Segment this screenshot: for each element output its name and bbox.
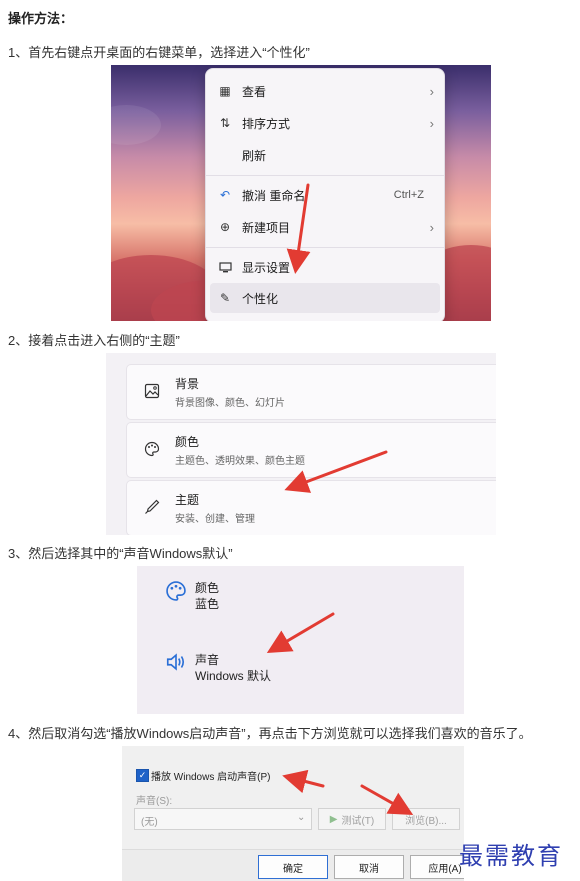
personalization-settings-screenshot: 背景 背景图像、颜色、幻灯片 颜色 主题色、透明效果、颜色主题 主题 安装、创建… bbox=[106, 353, 496, 535]
menu-item-personalize[interactable]: ✎ 个性化 bbox=[210, 283, 440, 313]
brush-icon bbox=[143, 499, 161, 517]
ok-button-label: 确定 bbox=[283, 863, 303, 875]
theme-item-title[interactable]: 声音 bbox=[195, 651, 219, 668]
test-button-label: 测试(T) bbox=[341, 815, 375, 827]
palette-icon bbox=[143, 441, 161, 459]
menu-separator bbox=[206, 175, 444, 176]
chevron-right-icon: › bbox=[429, 83, 434, 99]
apply-button[interactable]: 应用(A) bbox=[410, 855, 464, 879]
chevron-right-icon: › bbox=[429, 115, 434, 131]
menu-item-undo-rename[interactable]: ↶ 撤消 重命名 Ctrl+Z bbox=[206, 180, 444, 210]
menu-item-label: 个性化 bbox=[242, 291, 279, 306]
step-3-text: 3、然后选择其中的“声音Windows默认” bbox=[8, 546, 233, 561]
step-1-text: 1、首先右键点开桌面的右键菜单，选择进入“个性化” bbox=[8, 45, 310, 60]
step-4-text: 4、然后取消勾选“播放Windows启动声音”，再点击下方浏览就可以选择我们喜欢… bbox=[8, 726, 532, 741]
image-icon bbox=[143, 383, 161, 401]
card-subtitle: 主题色、透明效果、颜色主题 bbox=[175, 456, 305, 467]
display-icon bbox=[218, 260, 232, 274]
menu-item-label: 查看 bbox=[242, 84, 267, 99]
settings-card-background[interactable]: 背景 背景图像、颜色、幻灯片 bbox=[126, 364, 496, 420]
cancel-button[interactable]: 取消 bbox=[334, 855, 404, 879]
startup-sound-label: 播放 Windows 启动声音(P) bbox=[151, 772, 271, 783]
chevron-right-icon: › bbox=[429, 219, 434, 235]
desktop-context-menu-screenshot: ▦ 查看 › ⇅ 排序方式 › • 刷新 ↶ 撤消 重命名 Ctrl+Z ⊕ 新… bbox=[111, 65, 491, 321]
menu-item-display-settings[interactable]: 显示设置 bbox=[206, 252, 444, 282]
startup-sound-checkbox[interactable]: ✓ bbox=[136, 769, 149, 782]
settings-card-colors[interactable]: 颜色 主题色、透明效果、颜色主题 bbox=[126, 422, 496, 478]
pencil-icon: ✎ bbox=[219, 291, 231, 305]
menu-item-refresh[interactable]: • 刷新 bbox=[206, 140, 444, 170]
section-heading: 操作方法： bbox=[8, 11, 74, 26]
menu-item-new[interactable]: ⊕ 新建项目 › bbox=[206, 212, 444, 242]
speaker-icon[interactable] bbox=[165, 651, 187, 678]
theme-item-value: 蓝色 bbox=[195, 597, 220, 611]
apply-button-label: 应用(A) bbox=[428, 863, 462, 875]
sound-select[interactable]: (无) ⌄ bbox=[134, 808, 312, 830]
cancel-button-label: 取消 bbox=[359, 863, 379, 875]
card-subtitle: 安装、创建、管理 bbox=[175, 514, 255, 525]
menu-item-label: 新建项目 bbox=[242, 220, 291, 235]
palette-icon[interactable] bbox=[165, 580, 187, 607]
dialog-button-bar: 确定 取消 应用(A) bbox=[122, 849, 464, 881]
menu-item-label: 显示设置 bbox=[242, 260, 291, 275]
grid-icon: ▦ bbox=[219, 84, 231, 98]
sort-icon: ⇅ bbox=[219, 116, 231, 130]
plus-circle-icon: ⊕ bbox=[219, 220, 231, 234]
play-icon: ▶ bbox=[329, 813, 338, 825]
sound-label: 声音(S): bbox=[136, 796, 173, 807]
chevron-down-icon: ⌄ bbox=[297, 812, 306, 823]
sound-select-value: (无) bbox=[141, 817, 158, 828]
card-title: 颜色 bbox=[175, 435, 200, 449]
menu-item-label: 撤消 重命名 bbox=[242, 188, 306, 203]
watermark-text: 最需教育 bbox=[459, 842, 563, 870]
shortcut-label: Ctrl+Z bbox=[393, 189, 424, 201]
card-title: 背景 bbox=[175, 377, 200, 391]
menu-item-view[interactable]: ▦ 查看 › bbox=[206, 76, 444, 106]
card-subtitle: 背景图像、颜色、幻灯片 bbox=[175, 398, 285, 409]
ok-button[interactable]: 确定 bbox=[258, 855, 328, 879]
cloud-shape bbox=[111, 105, 161, 145]
test-button[interactable]: ▶ 测试(T) bbox=[318, 808, 386, 830]
theme-item-title[interactable]: 颜色 bbox=[195, 579, 219, 596]
undo-icon: ↶ bbox=[219, 188, 231, 202]
step-2-text: 2、接着点击进入右侧的“主题” bbox=[8, 333, 180, 348]
menu-item-label: 排序方式 bbox=[242, 116, 291, 131]
context-menu: ▦ 查看 › ⇅ 排序方式 › • 刷新 ↶ 撤消 重命名 Ctrl+Z ⊕ 新… bbox=[205, 68, 445, 321]
theme-item-value: Windows 默认 bbox=[195, 669, 272, 683]
menu-item-label: 刷新 bbox=[242, 148, 267, 163]
menu-separator bbox=[206, 247, 444, 248]
browse-button[interactable]: 浏览(B)... bbox=[392, 808, 460, 830]
card-title: 主题 bbox=[175, 493, 200, 507]
sound-dialog-screenshot: ✓ 播放 Windows 启动声音(P) 声音(S): (无) ⌄ ▶ 测试(T… bbox=[122, 746, 464, 881]
menu-item-sort[interactable]: ⇅ 排序方式 › bbox=[206, 108, 444, 138]
theme-items-screenshot: 颜色 蓝色 声音 Windows 默认 bbox=[137, 566, 464, 714]
browse-button-label: 浏览(B)... bbox=[405, 815, 447, 827]
settings-card-themes[interactable]: 主题 安装、创建、管理 bbox=[126, 480, 496, 535]
